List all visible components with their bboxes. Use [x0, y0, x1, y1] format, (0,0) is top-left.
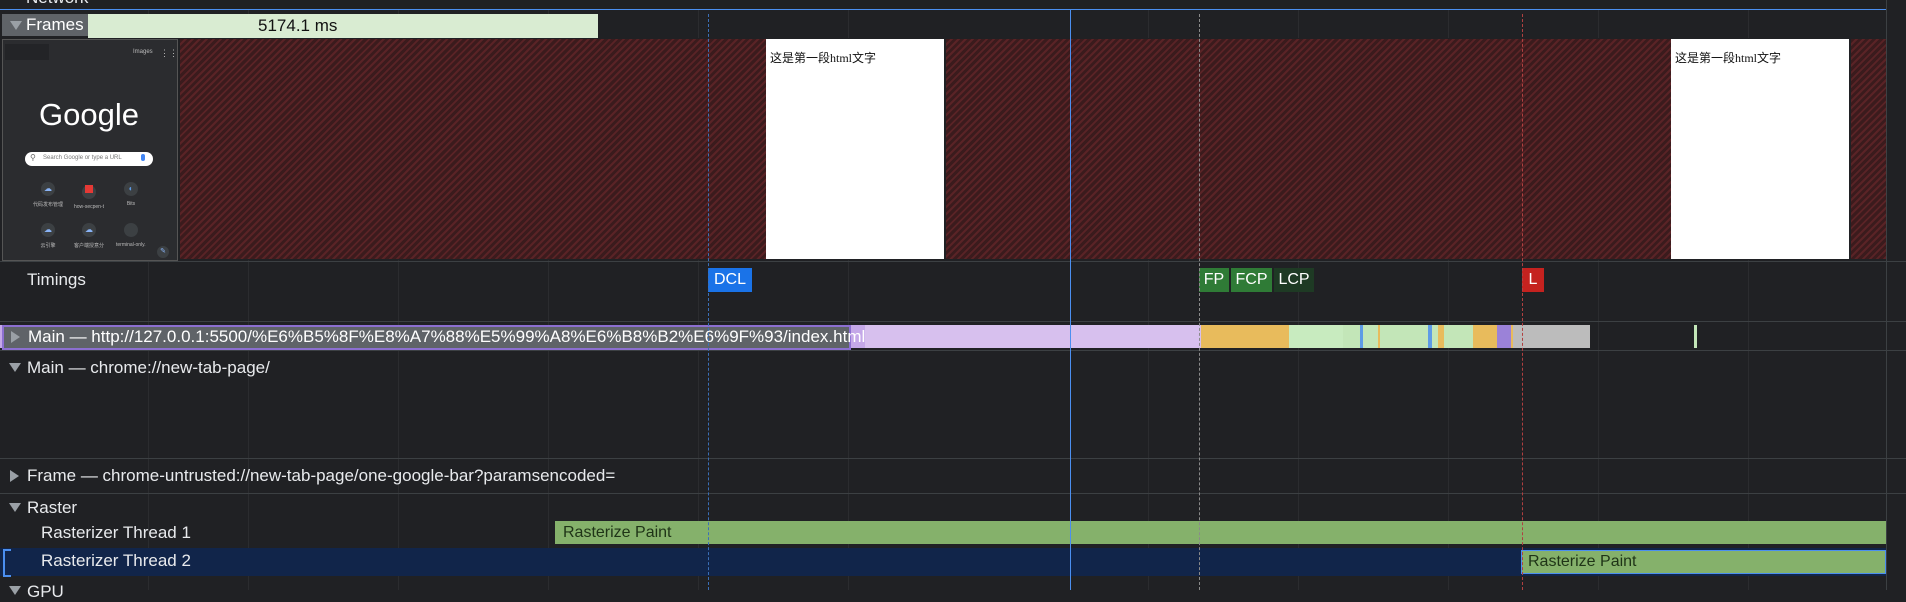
- mic-icon: [141, 154, 145, 161]
- tab-strip: [5, 44, 49, 60]
- main-newtab-title[interactable]: Main — chrome://new-tab-page/: [27, 358, 270, 378]
- rasterizer-thread-2-row[interactable]: Rasterizer Thread 2 Rasterize Paint: [0, 548, 1886, 577]
- shortcut-2[interactable]: how-secpen-ty...: [74, 182, 104, 210]
- search-placeholder: Search Google or type a URL: [43, 155, 122, 161]
- shortcut-2-icon: [82, 185, 96, 199]
- fp-line: [1199, 14, 1200, 590]
- shortcut-3-icon: ◐: [124, 182, 138, 196]
- rasterize-paint-label-1: Rasterize Paint: [563, 524, 672, 541]
- dcl-marker[interactable]: DCL: [708, 268, 752, 292]
- main-track-selected-row[interactable]: Main — http://127.0.0.1:5500/%E6%B5%8F%E…: [0, 323, 1590, 350]
- shortcut-5-label: 客户端授意分...: [74, 243, 104, 249]
- thumbnail-text-2: 这是第一段html文字: [1675, 51, 1782, 65]
- shortcut-3-label: Bits: [126, 201, 136, 207]
- collapse-triangle-icon[interactable]: [9, 503, 21, 512]
- apps-grid-icon[interactable]: ⋮⋮: [160, 48, 178, 59]
- main-track-title-box[interactable]: Main — http://127.0.0.1:5500/%E6%B5%8F%E…: [2, 325, 865, 350]
- frame-thumbnail-google[interactable]: Images ⋮⋮ Google ⚲ Search Google or type…: [2, 39, 178, 261]
- rasterize-paint-task-1[interactable]: Rasterize Paint: [555, 521, 1886, 544]
- gpu-label[interactable]: GPU: [27, 582, 64, 602]
- fcp-marker[interactable]: FCP: [1231, 268, 1272, 292]
- rasterizer-thread-2-label: Rasterizer Thread 2: [41, 551, 191, 570]
- main-track-title: Main — http://127.0.0.1:5500/%E6%B5%8F%E…: [28, 327, 866, 346]
- load-line: [1522, 14, 1523, 590]
- expand-triangle-icon[interactable]: [11, 331, 20, 343]
- shortcut-2-label: how-secpen-ty...: [74, 204, 104, 210]
- lcp-marker[interactable]: LCP: [1274, 268, 1314, 292]
- shortcut-6-icon: [124, 223, 138, 237]
- tiny-event-mark[interactable]: [1694, 325, 1697, 348]
- rasterize-paint-label-2: Rasterize Paint: [1528, 553, 1637, 570]
- frame-duration-label: 5174.1 ms: [258, 16, 338, 35]
- images-link[interactable]: Images: [133, 49, 153, 55]
- shortcut-6[interactable]: terminal-only...: [116, 223, 146, 248]
- shortcut-1-label: 代码发布管理: [33, 202, 63, 208]
- shortcut-4[interactable]: ☁ 云引擎: [33, 223, 63, 249]
- fp-marker[interactable]: FP: [1199, 268, 1229, 292]
- raster-label[interactable]: Raster: [27, 498, 77, 518]
- frames-track-header[interactable]: Frames: [2, 14, 88, 36]
- google-search-box[interactable]: ⚲ Search Google or type a URL: [25, 152, 153, 166]
- shortcut-5-icon: ☁: [82, 223, 96, 237]
- shortcut-4-icon: ☁: [41, 223, 55, 237]
- dropped-frame-segment-2[interactable]: [946, 39, 1671, 259]
- cursor-line: [1070, 9, 1071, 590]
- thumbnail-text-1: 这是第一段html文字: [770, 51, 877, 65]
- selection-line: [0, 9, 1886, 10]
- google-logo: Google: [39, 97, 139, 132]
- collapse-triangle-icon[interactable]: [10, 21, 22, 30]
- rasterizer-thread-1-label[interactable]: Rasterizer Thread 1: [41, 523, 191, 543]
- network-label: Network: [26, 0, 88, 8]
- frame-duration-bar[interactable]: 5174.1 ms: [88, 14, 598, 38]
- collapse-triangle-icon[interactable]: [9, 586, 21, 595]
- shortcut-1[interactable]: ☁ 代码发布管理: [33, 182, 63, 208]
- row-selection-bracket: [3, 549, 11, 577]
- shortcut-3[interactable]: ◐ Bits: [116, 182, 146, 207]
- dcl-line: [708, 14, 709, 590]
- dropped-frame-segment-3[interactable]: [1851, 39, 1886, 259]
- shortcut-4-label: 云引擎: [40, 243, 56, 249]
- frame-thumbnail-page-1[interactable]: 这是第一段html文字: [766, 39, 944, 259]
- frame-untrusted-title[interactable]: Frame — chrome-untrusted://new-tab-page/…: [27, 466, 615, 486]
- collapse-triangle-icon[interactable]: [9, 363, 21, 372]
- rasterize-paint-task-2[interactable]: Rasterize Paint: [1521, 550, 1886, 574]
- customize-pencil-icon[interactable]: ✎: [157, 246, 169, 258]
- shortcut-5[interactable]: ☁ 客户端授意分...: [74, 223, 104, 249]
- frames-label: Frames: [26, 15, 84, 34]
- search-icon: ⚲: [30, 153, 36, 162]
- dropped-frame-segment-1[interactable]: [180, 39, 766, 259]
- timings-label[interactable]: Timings: [27, 270, 86, 290]
- load-marker[interactable]: L: [1522, 268, 1544, 292]
- expand-triangle-icon[interactable]: [10, 470, 19, 482]
- frames-right-gutter: [1886, 0, 1906, 590]
- shortcut-1-icon: ☁: [41, 182, 55, 196]
- shortcut-6-label: terminal-only...: [116, 242, 146, 248]
- frame-thumbnail-page-2[interactable]: 这是第一段html文字: [1671, 39, 1849, 259]
